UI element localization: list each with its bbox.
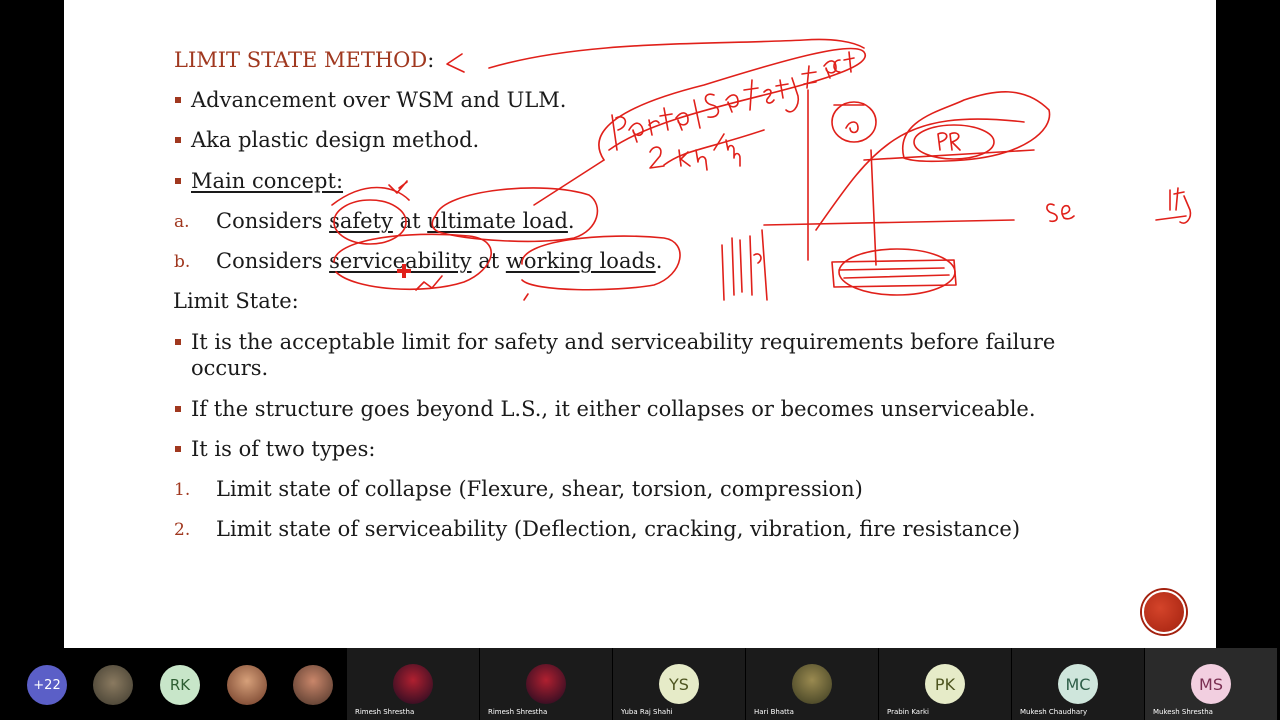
avatar: MS (1191, 664, 1231, 704)
presentation-slide: LIMIT STATE METHOD: Advancement over WSM… (64, 0, 1216, 648)
participant-tile-mukesh-s[interactable]: MS Mukesh Shrestha (1145, 648, 1278, 720)
list-marker-a: a. (174, 212, 190, 232)
participant-avatar-photo[interactable] (93, 665, 133, 705)
bullet-acceptable-limit-line2: occurs. (191, 356, 269, 380)
type-collapse: Limit state of collapse (Flexure, shear,… (216, 477, 863, 501)
participant-name: Hari Bhatta (754, 708, 794, 716)
avatar: PK (925, 664, 965, 704)
participant-tile-mukesh-c[interactable]: MC Mukesh Chaudhary (1012, 648, 1145, 720)
main-concept-heading: Main concept: (191, 169, 344, 193)
participant-name: Rimesh Shrestha (488, 708, 548, 716)
participant-tile-yuba[interactable]: YS Yuba Raj Shahi (613, 648, 746, 720)
concept-item-b: Considers serviceability at working load… (216, 249, 663, 273)
participant-tile-rimesh-2[interactable]: Rimesh Shrestha (480, 648, 613, 720)
avatar: MC (1058, 664, 1098, 704)
list-marker-b: b. (174, 252, 191, 272)
bullet-marker (175, 178, 181, 184)
bullet-marker (175, 446, 181, 452)
participant-name: Prabin Karki (887, 708, 929, 716)
bullet-two-types: It is of two types: (191, 437, 376, 461)
ink-curve (815, 118, 1025, 231)
participant-tile-rimesh-1[interactable]: Rimesh Shrestha (347, 648, 480, 720)
bullet-marker (175, 339, 181, 345)
participant-tile-hari[interactable]: Hari Bhatta (746, 648, 879, 720)
bullet-marker (175, 406, 181, 412)
avatar (792, 664, 832, 704)
participant-name: Mukesh Chaudhary (1020, 708, 1088, 716)
type-serviceability: Limit state of serviceability (Deflectio… (216, 517, 1021, 541)
ink-pr-circle (913, 124, 995, 160)
slide-title: LIMIT STATE METHOD: (174, 48, 435, 72)
avatar (393, 664, 433, 704)
bullet-aka: Aka plastic design method. (191, 128, 480, 152)
bullet-advancement: Advancement over WSM and ULM. (191, 88, 567, 112)
laser-pointer-icon (397, 264, 411, 278)
participant-name: Mukesh Shrestha (1153, 708, 1213, 716)
bullet-beyond-ls: If the structure goes beyond L.S., it ei… (191, 397, 1036, 421)
participant-avatar-rk[interactable]: RK (160, 665, 200, 705)
participant-tile-prabin[interactable]: PK Prabin Karki (879, 648, 1012, 720)
list-marker-2: 2. (174, 520, 191, 540)
avatar (526, 664, 566, 704)
avatar: YS (659, 664, 699, 704)
ink-loop (598, 47, 867, 161)
list-marker-1: 1. (174, 480, 191, 500)
participant-avatar-photo[interactable] (293, 665, 333, 705)
participant-name: Yuba Raj Shahi (621, 708, 673, 716)
ink-arc (488, 38, 865, 69)
participant-name: Rimesh Shrestha (355, 708, 415, 716)
bullet-marker (175, 97, 181, 103)
bullet-marker (175, 137, 181, 143)
limit-state-heading: Limit State: (173, 289, 299, 313)
bullet-acceptable-limit-line1: It is the acceptable limit for safety an… (191, 330, 1056, 354)
more-participants-button[interactable]: +22 (27, 665, 67, 705)
record-button[interactable] (1142, 590, 1186, 634)
participant-avatar-photo[interactable] (227, 665, 267, 705)
concept-item-a: Considers safety at ultimate load. (216, 209, 575, 233)
